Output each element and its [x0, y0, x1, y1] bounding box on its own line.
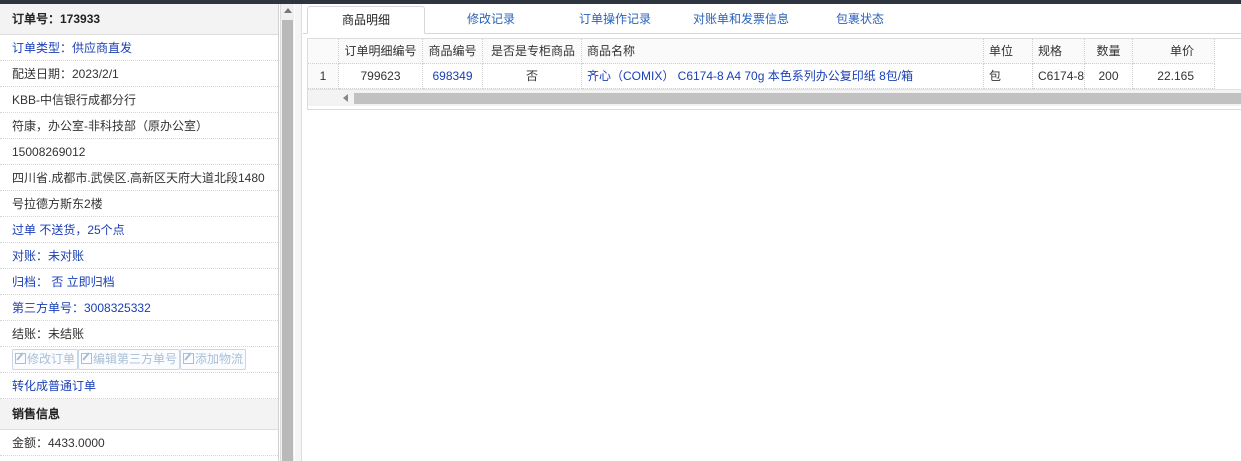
- cell-spec: C6174-8: [1033, 64, 1085, 89]
- edit-third-party-button[interactable]: 编辑第三方单号: [78, 349, 181, 370]
- left-panel-scrollbar[interactable]: [280, 4, 294, 461]
- cell-counter-product: 否: [483, 64, 582, 89]
- row-index: 1: [308, 64, 339, 89]
- scroll-up-arrow-icon[interactable]: [284, 8, 292, 13]
- order-info-panel: 订单号：173933 订单类型：供应商直发 配送日期：2023/2/1 KBB-…: [0, 4, 279, 461]
- tab-modify-log[interactable]: 修改记录: [445, 6, 537, 34]
- company-name: KBB-中信银行成都分行: [0, 87, 278, 113]
- scroll-left-arrow-icon[interactable]: [343, 94, 348, 102]
- edit-icon: [183, 353, 195, 364]
- pass-info[interactable]: 过单 不送货，25个点: [0, 217, 278, 243]
- phone-number: 15008269012: [0, 139, 278, 165]
- col-header-counter-product[interactable]: 是否是专柜商品: [483, 39, 582, 64]
- amount: 金额：4433.0000: [0, 430, 278, 456]
- col-header-spec[interactable]: 规格: [1033, 39, 1085, 64]
- table-row[interactable]: 1 799623 698349 否 齐心（COMIX） C6174-8 A4 7…: [308, 64, 1241, 89]
- tab-package-status[interactable]: 包裹状态: [823, 6, 897, 34]
- col-header-unit-price[interactable]: 单价: [1133, 39, 1215, 64]
- cell-product-no-link[interactable]: 698349: [423, 64, 483, 89]
- modify-order-button[interactable]: 修改订单: [12, 349, 79, 370]
- cell-quantity: 200: [1085, 64, 1133, 89]
- action-buttons: 修改订单 编辑第三方单号 添加物流: [0, 347, 278, 373]
- order-type[interactable]: 订单类型：供应商直发: [0, 35, 278, 61]
- product-detail-table: 订单明细编号 商品编号 是否是专柜商品 商品名称 单位 规格 数量 单价 1 7…: [307, 38, 1241, 110]
- cell-unit: 包: [984, 64, 1033, 89]
- col-header-detail-no[interactable]: 订单明细编号: [339, 39, 423, 64]
- tab-reconcile-invoice[interactable]: 对账单和发票信息: [679, 6, 803, 34]
- tab-bar: 商品明细 修改记录 订单操作记录 对账单和发票信息 包裹状态: [303, 4, 1241, 34]
- contact-person: 符康，办公室-非科技部（原办公室）: [0, 113, 278, 139]
- table-horizontal-scrollbar[interactable]: [308, 89, 1241, 106]
- col-header-index: [308, 39, 339, 64]
- panel-splitter[interactable]: [295, 4, 302, 461]
- add-logistics-label: 添加物流: [195, 352, 244, 366]
- address-line-1: 四川省.成都市.武侯区.高新区天府大道北段1480: [0, 165, 278, 191]
- tab-product-detail[interactable]: 商品明细: [307, 6, 425, 34]
- horizontal-scrollbar-thumb[interactable]: [354, 93, 1241, 104]
- edit-icon: [15, 353, 26, 364]
- scrollbar-thumb[interactable]: [282, 20, 293, 461]
- sales-info-header: 销售信息: [0, 399, 278, 430]
- convert-to-normal-order-link[interactable]: 转化成普通订单: [0, 373, 278, 399]
- archive-status[interactable]: 归档： 否 立即归档: [0, 269, 278, 295]
- table-header-row: 订单明细编号 商品编号 是否是专柜商品 商品名称 单位 规格 数量 单价: [308, 39, 1241, 64]
- col-header-product-name[interactable]: 商品名称: [582, 39, 984, 64]
- detail-panel: 商品明细 修改记录 订单操作记录 对账单和发票信息 包裹状态 订单明细编号 商品…: [303, 4, 1241, 461]
- reconcile-status[interactable]: 对账：未对账: [0, 243, 278, 269]
- order-number-header: 订单号：173933: [0, 4, 278, 35]
- col-header-quantity[interactable]: 数量: [1085, 39, 1133, 64]
- edit-third-party-label: 编辑第三方单号: [93, 352, 178, 366]
- edit-icon: [81, 353, 93, 364]
- address-line-2: 号拉德方斯东2楼: [0, 191, 278, 217]
- cell-product-name-link[interactable]: 齐心（COMIX） C6174-8 A4 70g 本色系列办公复印纸 8包/箱: [582, 64, 984, 89]
- modify-order-label: 修改订单: [27, 352, 76, 366]
- tab-order-operation-log[interactable]: 订单操作记录: [565, 6, 665, 34]
- delivery-date: 配送日期：2023/2/1: [0, 61, 278, 87]
- col-header-unit[interactable]: 单位: [984, 39, 1033, 64]
- add-logistics-button[interactable]: 添加物流: [180, 349, 247, 370]
- third-party-number[interactable]: 第三方单号：3008325332: [0, 295, 278, 321]
- col-header-product-no[interactable]: 商品编号: [423, 39, 483, 64]
- cell-unit-price: 22.165: [1133, 64, 1215, 89]
- cell-detail-no: 799623: [339, 64, 423, 89]
- settle-status: 结账：未结账: [0, 321, 278, 347]
